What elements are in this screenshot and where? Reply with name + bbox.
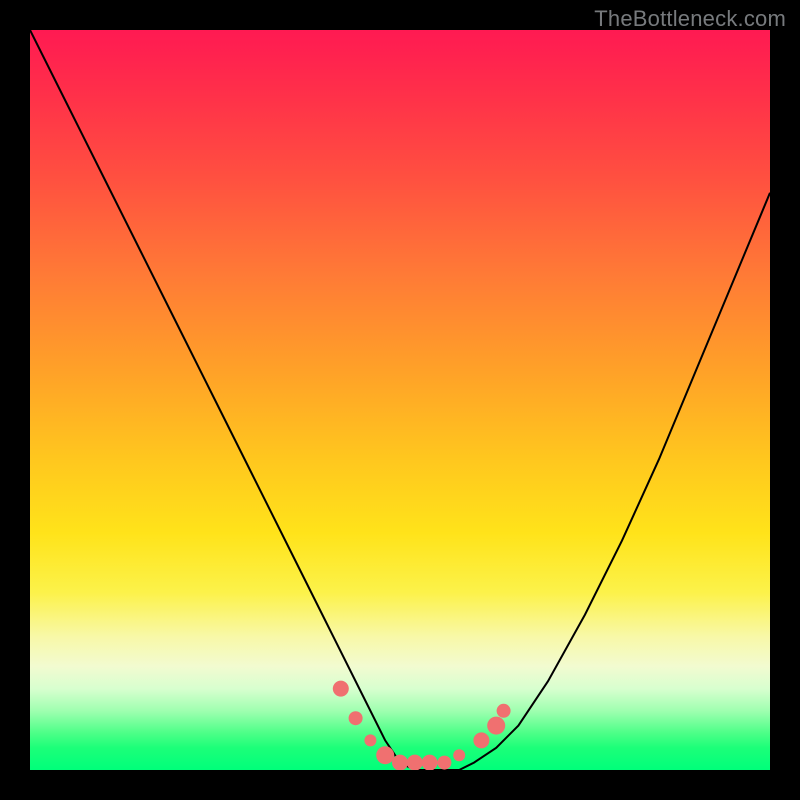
bottleneck-curve	[30, 30, 770, 770]
curve-marker	[497, 704, 511, 718]
curve-marker	[422, 755, 438, 770]
chart-svg	[30, 30, 770, 770]
curve-markers	[333, 681, 511, 770]
curve-marker	[487, 717, 505, 735]
curve-marker	[333, 681, 349, 697]
curve-marker	[364, 734, 376, 746]
plot-area	[30, 30, 770, 770]
curve-marker	[376, 746, 394, 764]
chart-frame: TheBottleneck.com	[0, 0, 800, 800]
curve-marker	[349, 711, 363, 725]
curve-marker	[453, 749, 465, 761]
curve-marker	[437, 756, 451, 770]
curve-marker	[392, 755, 408, 770]
curve-marker	[407, 755, 423, 770]
attribution-watermark: TheBottleneck.com	[594, 6, 786, 32]
curve-marker	[473, 732, 489, 748]
